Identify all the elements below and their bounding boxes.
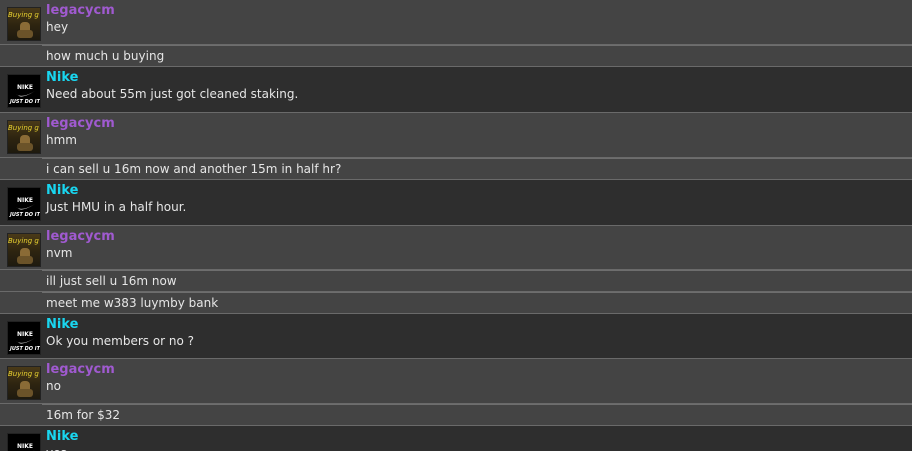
avatar[interactable]: Buying g <box>7 366 41 400</box>
avatar-caption: Buying g <box>8 370 39 378</box>
message-continuation: ill just sell u 16m now <box>0 270 912 292</box>
message-text: no <box>46 379 61 393</box>
avatar-figure-base <box>17 256 33 264</box>
message-continuation: how much u buying <box>0 45 912 67</box>
nike-swoosh-icon: NIKE JUST DO IT <box>9 331 41 352</box>
message-text: yea <box>46 446 68 451</box>
message-group: Buying g legacycm nvm <box>0 226 912 270</box>
svg-text:JUST DO IT: JUST DO IT <box>9 212 41 218</box>
avatar[interactable]: Buying g <box>7 120 41 154</box>
username[interactable]: legacycm <box>46 229 115 245</box>
message-text: Ok you members or no ? <box>46 334 195 348</box>
message-text: ill just sell u 16m now <box>46 274 177 288</box>
avatar-figure-base <box>17 143 33 151</box>
svg-text:JUST DO IT: JUST DO IT <box>9 346 41 352</box>
message-text: Just HMU in a half hour. <box>46 200 187 214</box>
username[interactable]: Nike <box>46 70 78 86</box>
username[interactable]: legacycm <box>46 3 115 19</box>
svg-text:JUST DO IT: JUST DO IT <box>9 99 41 105</box>
message-text: i can sell u 16m now and another 15m in … <box>46 162 342 176</box>
avatar-caption: Buying g <box>8 11 39 19</box>
message-text: hmm <box>46 133 77 147</box>
message-continuation: 16m for $32 <box>0 404 912 426</box>
avatar[interactable]: NIKE JUST DO IT <box>7 74 41 108</box>
message-continuation: meet me w383 luymby bank <box>0 292 912 314</box>
message-text: 16m for $32 <box>46 408 120 422</box>
message-group: NIKE JUST DO IT Nike Need about 55m just… <box>0 67 912 113</box>
message-continuation: i can sell u 16m now and another 15m in … <box>0 158 912 180</box>
message-group: NIKE JUST DO IT Nike Ok you members or n… <box>0 314 912 359</box>
svg-text:NIKE: NIKE <box>17 331 33 338</box>
avatar[interactable]: Buying g <box>7 7 41 41</box>
svg-text:NIKE: NIKE <box>17 84 33 91</box>
avatar-caption: Buying g <box>8 124 39 132</box>
continuation-divider <box>42 45 912 66</box>
svg-text:NIKE: NIKE <box>17 197 33 204</box>
avatar-caption: Buying g <box>8 237 39 245</box>
message-group: NIKE JUST DO IT Nike yea <box>0 426 912 451</box>
avatar-figure-base <box>17 30 33 38</box>
message-group: NIKE JUST DO IT Nike Just HMU in a half … <box>0 180 912 226</box>
username[interactable]: legacycm <box>46 362 115 378</box>
nike-swoosh-icon: NIKE JUST DO IT <box>17 443 35 451</box>
message-group: Buying g legacycm no <box>0 359 912 404</box>
username[interactable]: legacycm <box>46 116 115 132</box>
continuation-divider <box>42 404 912 425</box>
message-text: hey <box>46 20 69 34</box>
avatar-figure-base <box>17 389 33 397</box>
message-group: Buying g legacycm hmm <box>0 113 912 158</box>
avatar[interactable]: NIKE JUST DO IT <box>7 433 41 451</box>
chat-log: Buying g legacycm hey how much u buying … <box>0 0 912 451</box>
nike-swoosh-icon: NIKE JUST DO IT <box>9 84 41 105</box>
message-text: meet me w383 luymby bank <box>46 296 219 310</box>
nike-swoosh-icon: NIKE JUST DO IT <box>9 197 41 218</box>
avatar[interactable]: NIKE JUST DO IT <box>7 187 41 221</box>
message-group: Buying g legacycm hey <box>0 0 912 45</box>
username[interactable]: Nike <box>46 429 78 445</box>
avatar[interactable]: Buying g <box>7 233 41 267</box>
message-text: nvm <box>46 246 73 260</box>
username[interactable]: Nike <box>46 183 78 199</box>
avatar[interactable]: NIKE JUST DO IT <box>7 321 41 355</box>
message-text: Need about 55m just got cleaned staking. <box>46 87 299 101</box>
message-text: how much u buying <box>46 49 165 63</box>
username[interactable]: Nike <box>46 317 78 333</box>
svg-text:NIKE: NIKE <box>17 443 33 450</box>
